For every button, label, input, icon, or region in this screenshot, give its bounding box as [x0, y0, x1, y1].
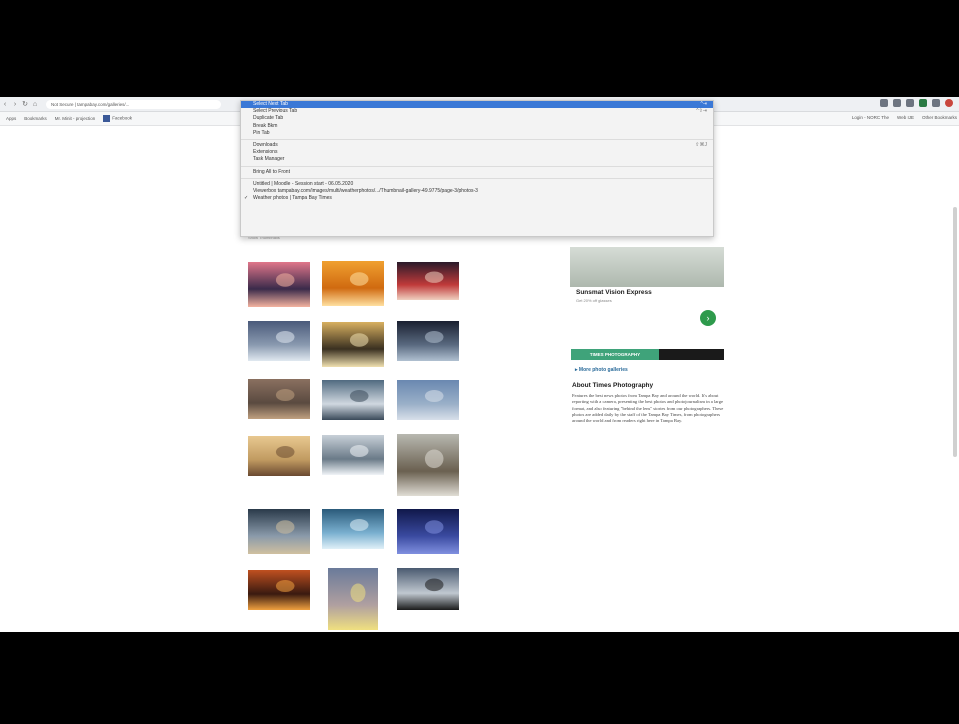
menu-item-label: Select Previous Tab [253, 108, 298, 115]
extension-icon[interactable] [919, 99, 927, 107]
menu-item-label: Weather photos | Tampa Bay Times [253, 195, 332, 202]
photo-thumbnail[interactable] [322, 509, 384, 549]
reload-icon[interactable]: ↻ [20, 100, 30, 108]
bookmark-item[interactable]: Apps [6, 116, 16, 121]
bookmark-label: Facebook [112, 115, 133, 121]
forward-icon[interactable]: › [10, 101, 20, 108]
photo-thumbnail[interactable] [397, 434, 459, 496]
extension-icons [880, 99, 953, 107]
menu-item[interactable]: Bring All to Front [241, 169, 713, 176]
bookmark-item[interactable]: Facebook [103, 115, 132, 122]
menu-item[interactable]: Duplicate Tab [241, 115, 713, 122]
url-field[interactable]: Not Secure | tampabay.com/galleries/... [46, 99, 221, 109]
window-menu: Select Next Tab ^⇥ Select Previous Tab ^⇧⇥ D… [240, 100, 714, 237]
menu-item-label: Pin Tab [253, 129, 270, 136]
url-text: Not Secure | tampabay.com/galleries/... [51, 101, 130, 107]
bookmark-item[interactable]: Login - NORC The [852, 115, 889, 120]
menu-item-label: Bring All to Front [253, 168, 290, 175]
menu-item[interactable]: Untitled | Moodle - Session start - 06.0… [241, 181, 713, 188]
bookmark-item[interactable]: Bookmarks [24, 116, 47, 121]
menu-item-shortcut: ^⇧⇥ [696, 108, 707, 115]
menu-item[interactable]: Select Previous Tab ^⇧⇥ [241, 108, 713, 115]
menu-item[interactable]: Extensions [241, 149, 713, 156]
home-icon[interactable]: ⌂ [30, 101, 40, 108]
menu-item-label: Select Next Tab [253, 101, 288, 107]
tab-times-photography[interactable]: TIMES PHOTOGRAPHY [571, 349, 659, 360]
photo-thumbnail[interactable] [248, 436, 310, 476]
menu-item-label: Duplicate Tab [253, 115, 284, 122]
bookmarks-right: Login - NORC The Web IJE Other Bookmarks [852, 115, 957, 120]
menu-separator [241, 177, 713, 179]
photo-thumbnail[interactable] [322, 380, 384, 420]
photo-thumbnail[interactable] [397, 321, 459, 361]
photo-thumbnail[interactable] [397, 262, 459, 300]
menu-item[interactable]: ✓ Weather photos | Tampa Bay Times [241, 195, 713, 202]
about-text: Features the best news photos from Tampa… [572, 393, 724, 424]
extension-icon[interactable] [906, 99, 914, 107]
ad-subtitle: Get 20% off glasses [576, 298, 612, 303]
photo-thumbnail[interactable] [248, 570, 310, 610]
photo-thumbnail[interactable] [322, 261, 384, 306]
menu-item-shortcut: ⇧⌘J [695, 141, 707, 148]
extension-icon[interactable] [880, 99, 888, 107]
more-galleries-link[interactable]: ▸ More photo galleries [575, 367, 628, 373]
profile-avatar[interactable] [945, 99, 953, 107]
sidebar-tabs: TIMES PHOTOGRAPHY [571, 349, 724, 360]
ad-image [570, 247, 724, 287]
screen: ‹ › ↻ ⌂ Not Secure | tampabay.com/galler… [0, 97, 959, 632]
photo-thumbnail[interactable] [248, 262, 310, 307]
facebook-icon [103, 115, 111, 122]
checkmark-icon: ✓ [244, 195, 249, 202]
photo-thumbnail[interactable] [397, 509, 459, 554]
photo-thumbnail[interactable] [322, 435, 384, 475]
page-scrollbar[interactable] [953, 207, 957, 457]
bookmark-item[interactable]: Web IJE [897, 115, 914, 120]
menu-item-label: Task Manager [253, 156, 285, 163]
sidebar-ad[interactable]: Sunsmat Vision Express Get 20% off glass… [570, 247, 724, 332]
photo-thumbnail[interactable] [328, 568, 378, 630]
bookmark-item[interactable]: Other Bookmarks [922, 115, 957, 120]
menu-item-label: Break Bkm [253, 122, 278, 129]
menu-item[interactable]: Downloads ⇧⌘J [241, 142, 713, 149]
photo-thumbnail[interactable] [322, 322, 384, 367]
menu-item[interactable]: Pin Tab [241, 130, 713, 137]
ad-title: Sunsmat Vision Express [576, 289, 652, 296]
menu-item[interactable]: Select Next Tab ^⇥ [241, 101, 713, 109]
extension-icon[interactable] [932, 99, 940, 107]
photo-thumbnail[interactable] [248, 321, 310, 361]
photo-thumbnail[interactable] [248, 509, 310, 554]
menu-item[interactable]: Break Bkm [241, 123, 713, 130]
menu-item-shortcut: ^⇥ [700, 101, 707, 107]
menu-item-label: Viewerbox tampabay.com/images/multi/weat… [253, 187, 478, 194]
menu-item[interactable]: Task Manager [241, 156, 713, 163]
about-title: About Times Photography [572, 382, 654, 389]
photo-thumbnail[interactable] [397, 568, 459, 610]
menu-item-label: Untitled | Moodle - Session start - 06.0… [253, 180, 354, 187]
menu-item-label: Extensions [253, 149, 278, 156]
ad-go-button[interactable]: › [700, 310, 716, 326]
tab-secondary[interactable] [659, 349, 724, 360]
menu-separator [241, 165, 713, 167]
extension-icon[interactable] [893, 99, 901, 107]
menu-separator [241, 138, 713, 140]
menu-item[interactable]: Viewerbox tampabay.com/images/multi/weat… [241, 188, 713, 195]
photo-thumbnail[interactable] [248, 379, 310, 419]
photo-thumbnail[interactable] [397, 380, 459, 420]
menu-item-label: Downloads [253, 141, 278, 148]
more-galleries-label: More photo galleries [578, 367, 628, 373]
bookmark-item[interactable]: Mr. Minit - projection [55, 116, 96, 121]
back-icon[interactable]: ‹ [0, 101, 10, 108]
